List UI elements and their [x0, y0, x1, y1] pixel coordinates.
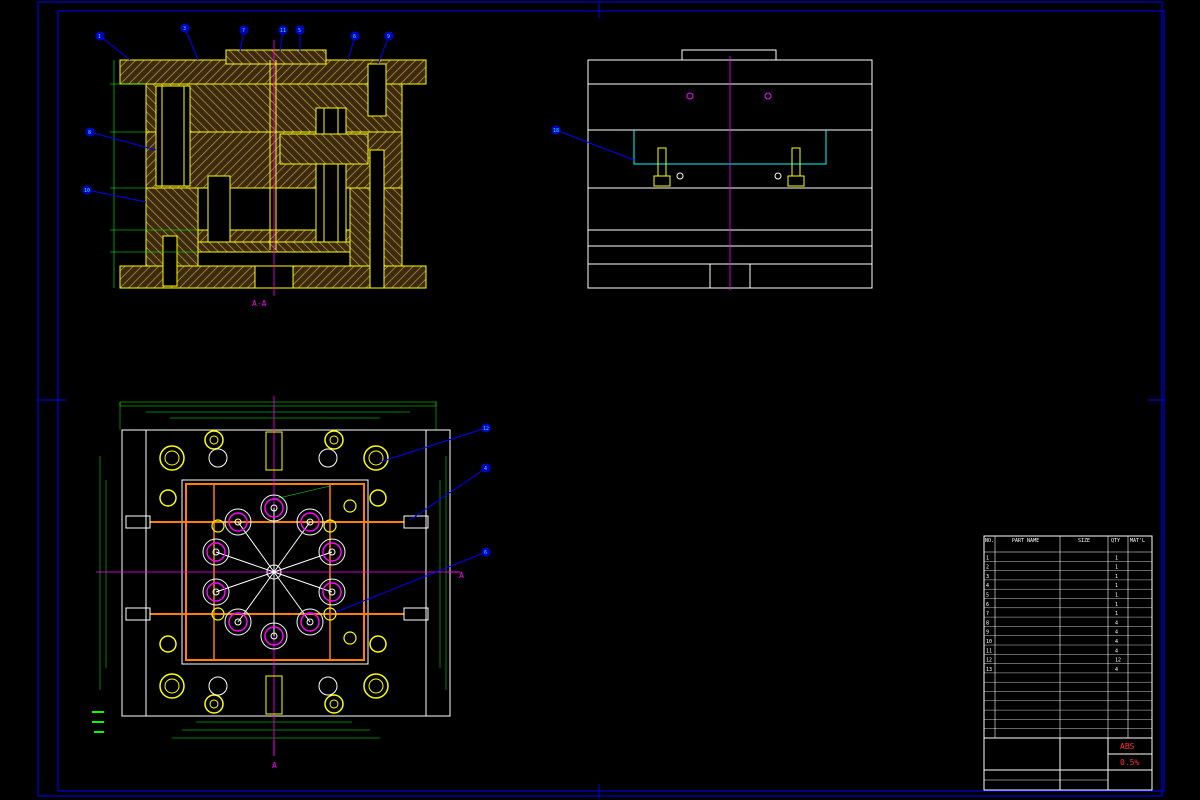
tb-cell-qty: 1 — [1115, 565, 1118, 571]
tb-cell-no: 3 — [986, 574, 989, 580]
balloon-3-label: 3 — [183, 26, 186, 32]
tb-cell-no: 10 — [986, 639, 992, 645]
tb-cell-no: 7 — [986, 611, 989, 617]
section-label: A-A — [252, 299, 267, 308]
side-arrow-label: A — [459, 571, 464, 580]
view-arrow-label: A — [272, 761, 277, 770]
tb-header-qty: QTY — [1111, 538, 1120, 544]
bolt — [343, 499, 357, 513]
balloon-7-label: 7 — [242, 28, 245, 34]
balloon-6b-label: 6 — [484, 550, 487, 556]
balloon-18: 18 — [551, 125, 561, 135]
tb-cell-qty: 1 — [1115, 583, 1118, 589]
guide-bushing — [159, 445, 185, 471]
screw-hole — [329, 699, 339, 709]
guide-bushing — [159, 673, 185, 699]
guide-bushing — [363, 673, 389, 699]
view-arrow-bottom: A — [272, 740, 277, 770]
title-block-rows: 1 12 13 14 15 16 17 18 49 410 411 412 1213 4 — [986, 555, 1121, 673]
side-view — [555, 49, 873, 290]
tb-header-size: SIZE — [1078, 538, 1090, 544]
tb-header-matl: MAT'L — [1130, 538, 1145, 544]
guide-bushing-inner — [164, 678, 180, 694]
balloon-12: 12 — [481, 423, 491, 433]
screw-hole — [209, 699, 219, 709]
balloon-3: 3 — [180, 23, 190, 33]
title-block-grid — [984, 561, 1152, 739]
bolt — [343, 631, 357, 645]
balloon-6: 6 — [350, 31, 360, 41]
tb-cell-no: 1 — [986, 555, 989, 561]
shrinkage-value: 0.5% — [1120, 758, 1139, 767]
tb-cell-qty: 4 — [1115, 630, 1118, 636]
return-pin — [208, 676, 228, 696]
plan-balloons — [335, 427, 487, 613]
balloon-10: 10 — [82, 185, 92, 195]
balloon-10-label: 10 — [84, 188, 90, 194]
guide-bushing-inner — [164, 450, 180, 466]
title-block — [983, 535, 1153, 791]
guide-bushing — [363, 445, 389, 471]
screw-head — [324, 694, 344, 714]
tb-cell-qty: 1 — [1115, 602, 1118, 608]
tb-cell-no: 9 — [986, 630, 989, 636]
tb-cell-no: 4 — [986, 583, 989, 589]
return-pin — [208, 448, 228, 468]
balloon-4: 4 — [481, 463, 491, 473]
balloon-8: 8 — [85, 127, 95, 137]
balloon-6b: 6 — [481, 547, 491, 557]
tb-cell-no: 8 — [986, 620, 989, 626]
balloon-1-label: 1 — [98, 34, 101, 40]
tb-cell-no: 13 — [986, 667, 992, 673]
guide-pin — [159, 489, 177, 507]
guide-bushing-inner — [368, 450, 384, 466]
guide-pin — [159, 635, 177, 653]
tb-cell-qty: 4 — [1115, 667, 1118, 673]
tb-cell-qty: 1 — [1115, 611, 1118, 617]
balloon-9-label: 9 — [387, 34, 390, 40]
balloon-11: 11 — [278, 25, 288, 35]
tb-cell-no: 12 — [986, 658, 992, 664]
general-notes — [92, 711, 104, 733]
tb-cell-no: 11 — [986, 648, 992, 654]
balloon-9: 9 — [384, 31, 394, 41]
tb-cell-qty: 4 — [1115, 620, 1118, 626]
tb-cell-qty: 4 — [1115, 648, 1118, 654]
balloon-8-label: 8 — [88, 130, 91, 136]
tb-cell-qty: 12 — [1115, 658, 1121, 664]
tb-header-no: NO. — [985, 538, 994, 544]
balloon-18-label: 18 — [553, 128, 559, 134]
guide-bushing-inner — [368, 678, 384, 694]
tb-cell-qty: 1 — [1115, 593, 1118, 599]
balloon-7: 7 — [239, 25, 249, 35]
balloon-1: 1 — [95, 31, 105, 41]
screw-head — [204, 694, 224, 714]
balloon-5-label: 5 — [298, 28, 301, 34]
section-view — [110, 40, 427, 296]
screw-hole — [209, 435, 219, 445]
guide-pin — [369, 635, 387, 653]
balloon-5: 5 — [295, 25, 305, 35]
screw-hole — [329, 435, 339, 445]
balloon-11-label: 11 — [280, 28, 286, 34]
material-value: ABS — [1120, 742, 1135, 751]
tb-cell-no: 2 — [986, 565, 989, 571]
guide-pin — [369, 489, 387, 507]
screw-head — [324, 430, 344, 450]
plan-view — [96, 396, 456, 750]
return-pin — [318, 448, 338, 468]
tb-cell-no: 6 — [986, 602, 989, 608]
balloon-4-label: 4 — [484, 466, 487, 472]
tb-cell-qty: 4 — [1115, 639, 1118, 645]
return-pin — [318, 676, 338, 696]
tb-cell-no: 5 — [986, 593, 989, 599]
cad-drawing: A-A 1 3 7 11 5 6 9 8 10 18 12 4 6 A A NO… — [37, 1, 1165, 798]
tb-cell-qty: 1 — [1115, 555, 1118, 561]
tb-header-part-name: PART NAME — [1012, 538, 1039, 544]
balloon-6-label: 6 — [353, 34, 356, 40]
tb-cell-qty: 1 — [1115, 574, 1118, 580]
screw-head — [204, 430, 224, 450]
balloon-12-label: 12 — [483, 426, 489, 432]
